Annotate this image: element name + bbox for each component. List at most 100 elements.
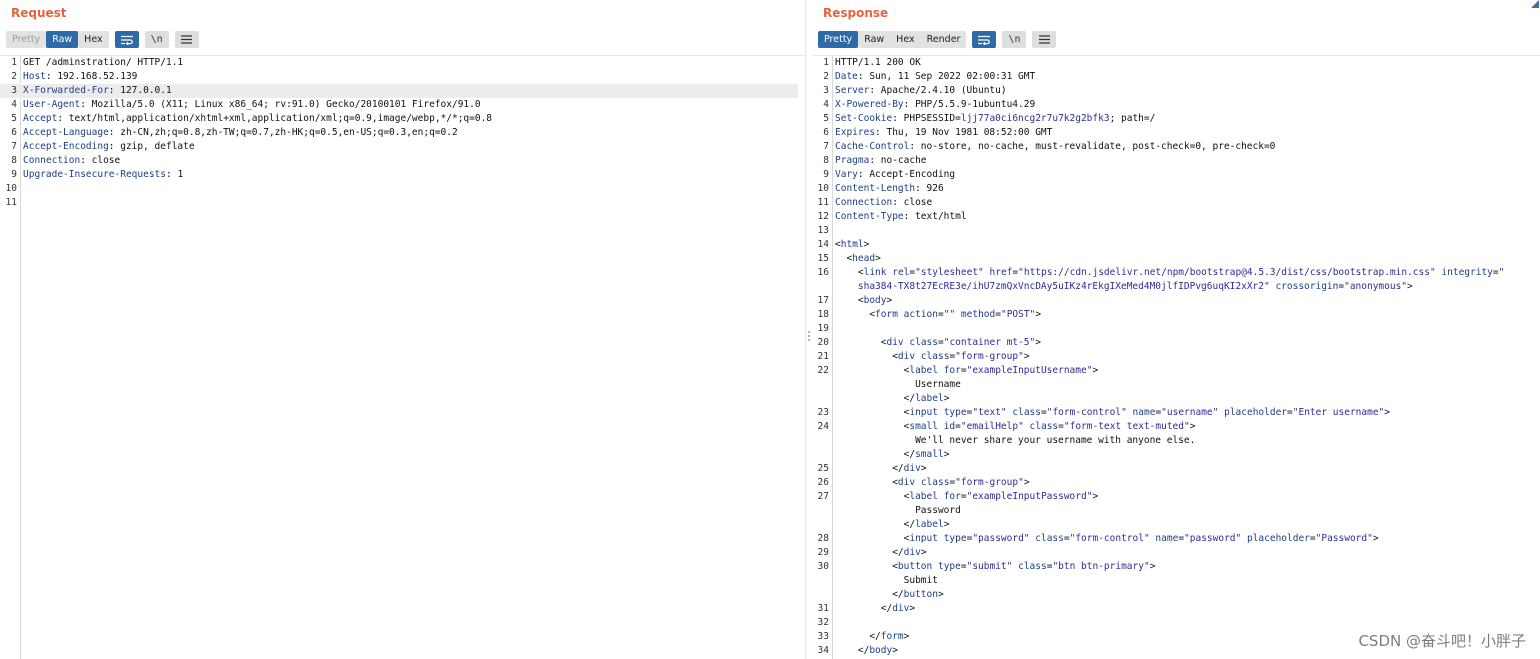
request-menu-button[interactable] [174,31,199,48]
token: > [863,239,870,250]
token: : gzip, deflate [108,141,195,152]
request-lines: 1 GET /adminstration/ HTTP/1.1 2 Host: 192.… [0,56,805,210]
token: > [1407,281,1413,292]
code-line: Submit [812,574,1540,588]
code-line: </button> [812,588,1540,602]
line-number [812,280,829,294]
token: "password" [1184,533,1242,544]
code-line: 12 Content-Type: text/html [812,210,1540,224]
line-number: 2 [823,71,829,82]
response-lines: 1 HTTP/1.1 200 OK 2 Date: Sun, 11 Sep 2022 … [812,56,1540,658]
line-text: GET /adminstration/ HTTP/1.1 [23,56,183,70]
line-text: sha384-TX8t27EcRE3e/ihU7zmQxVncDAy5uIKz4… [835,280,1413,294]
line-number: 11 [5,197,17,208]
token: Submit [835,575,938,586]
code-line: 13 [812,224,1540,238]
token: Accept [23,113,58,124]
token: rel [892,267,910,278]
token: class [1029,421,1059,432]
token: </ [835,603,893,614]
line-text: <label for="exampleInputPassword"> [835,490,1099,504]
token: < [835,267,864,278]
code-line: 6 Accept-Language: zh-CN,zh;q=0.8,zh-TW;q… [0,126,805,140]
token: "form-control" [1069,533,1150,544]
token: > [943,449,950,460]
request-tab-hex[interactable]: Hex [78,31,109,48]
line-text: Upgrade-Insecure-Requests: 1 [23,168,183,182]
token: "emailHelp" [960,421,1024,432]
code-line: </label> [812,392,1540,406]
token: X-Powered-By [835,99,904,110]
token: < [835,337,887,348]
line-text: Content-Type: text/html [835,210,967,224]
code-line: 24 <small id="emailHelp" class="form-tex… [812,420,1540,434]
line-number: 26 [817,477,829,488]
request-wrap-lines-button[interactable] [114,31,139,48]
token: > [1372,533,1379,544]
response-show-newlines-button[interactable]: \n [1002,31,1027,48]
line-text: Expires: Thu, 19 Nov 1981 08:52:00 GMT [835,126,1052,140]
request-toolbar: Pretty Raw Hex \n [6,31,199,48]
token: > [909,603,916,614]
response-tab-raw[interactable]: Raw [858,31,891,48]
code-line: 27 <label for="exampleInputPassword"> [812,490,1540,504]
token: > [1092,365,1099,376]
line-number: 7 [11,141,17,152]
response-tab-render[interactable]: Render [920,31,967,48]
line-number: 22 [817,365,829,376]
response-wrap-lines-button[interactable] [972,31,997,48]
code-line: 20 <div class="container mt-5"> [812,336,1540,350]
token: div [886,337,904,348]
response-menu-button[interactable] [1032,31,1057,48]
line-number: 18 [817,309,829,320]
hamburger-menu-icon [181,35,193,44]
token: for [943,491,961,502]
code-line: 15 <head> [812,252,1540,266]
token: "username" [1161,407,1219,418]
token: GET /adminstration/ HTTP/1.1 [23,57,184,68]
line-text: <html> [835,238,869,252]
line-number: 21 [817,351,829,362]
request-tab-raw[interactable]: Raw [46,31,79,48]
line-number: 13 [817,225,829,236]
line-number: 2 [11,71,17,82]
line-number: 24 [817,421,829,432]
line-number: 3 [823,85,829,96]
token: type [937,561,961,572]
token: </ [835,547,904,558]
token: body [869,645,893,656]
response-tab-hex[interactable]: Hex [890,31,921,48]
token: < [835,533,910,544]
token: : Sun, 11 Sep 2022 02:00:31 GMT [857,71,1036,82]
token: "https://cdn.jsdelivr.net/npm/bootstrap@… [1018,267,1436,278]
line-number [812,392,829,406]
request-tab-pretty[interactable]: Pretty [6,31,47,48]
token: div [897,477,916,488]
code-line: 14 <html> [812,238,1540,252]
response-editor[interactable]: 1 HTTP/1.1 200 OK 2 Date: Sun, 11 Sep 2022 … [812,55,1540,659]
response-scrollbar[interactable] [1530,56,1540,659]
token: div [897,351,916,362]
code-line: 18 <form action="" method="POST"> [812,308,1540,322]
request-show-newlines-button[interactable]: \n [144,31,169,48]
code-line: </small> [812,448,1540,462]
token: Host [23,71,46,82]
line-text: </small> [835,448,950,462]
token: "btn btn-primary" [1052,561,1150,572]
code-line: 1 HTTP/1.1 200 OK [812,56,1540,70]
line-text: <body> [835,294,892,308]
line-text: We'll never share your username with any… [835,434,1195,448]
token: action [903,309,938,320]
line-number [812,504,829,518]
line-text: <input type="text" class="form-control" … [835,406,1390,420]
response-tab-pretty[interactable]: Pretty [818,31,859,48]
token: : 192.168.52.139 [45,71,138,82]
line-text: HTTP/1.1 200 OK [835,56,921,70]
line-number: 4 [11,99,17,110]
line-number: 34 [817,645,829,656]
request-editor[interactable]: 1 GET /adminstration/ HTTP/1.1 2 Host: 192.… [0,55,805,659]
token: Pragma [835,155,870,166]
token: small [915,449,944,460]
line-text: Connection: close [835,196,932,210]
line-number: 5 [823,113,829,124]
